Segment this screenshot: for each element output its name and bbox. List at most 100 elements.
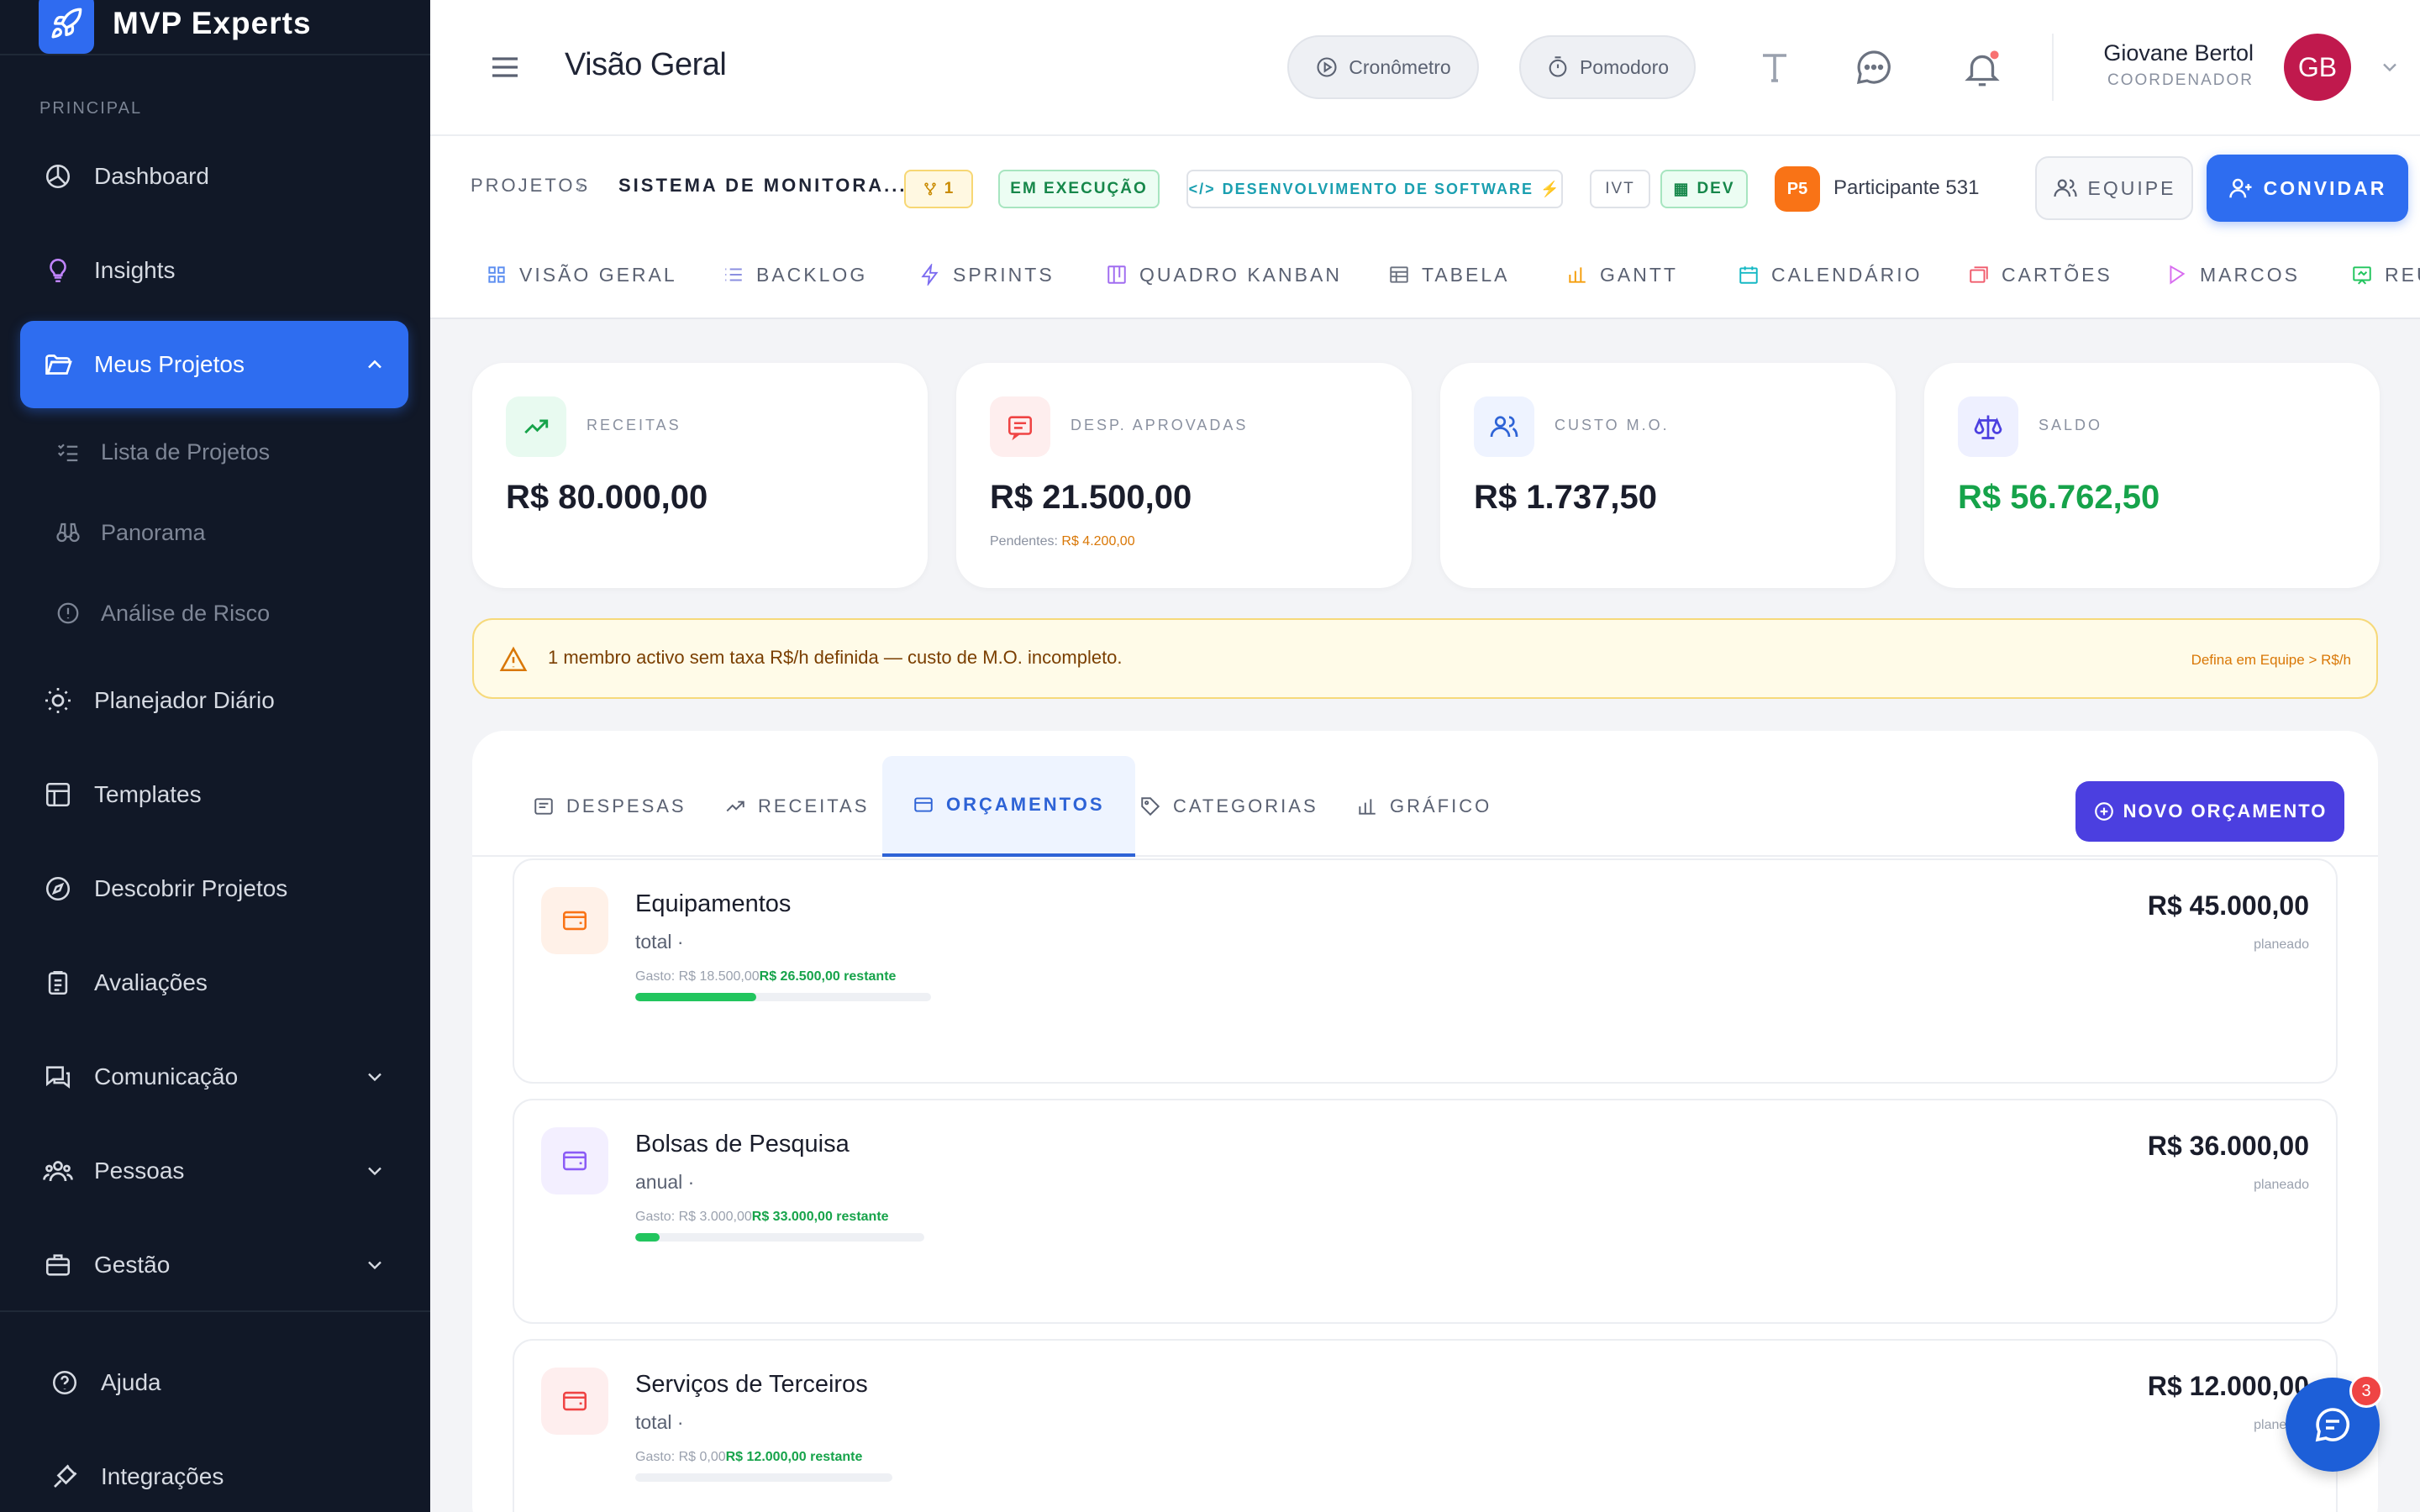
team-button[interactable]: EQUIPE xyxy=(2035,156,2193,220)
sidebar-item-label: Avaliações xyxy=(94,969,208,995)
sidebar-item-label: Integrações xyxy=(101,1463,224,1489)
tab-calendario[interactable]: CALENDÁRIO xyxy=(1738,264,1923,286)
budget-spent: Gasto: R$ 18.500,00 xyxy=(635,969,760,984)
code-icon: </> xyxy=(1188,180,1216,197)
briefcase-icon xyxy=(40,1247,76,1283)
pomodoro-button[interactable]: Pomodoro xyxy=(1519,35,1696,99)
budget-card[interactable]: Bolsas de Pesquisa anual · Gasto: R$ 3.0… xyxy=(513,1099,2338,1324)
sidebar-item-comunicacao[interactable]: Comunicação xyxy=(20,1033,408,1121)
card-label: SALDO xyxy=(2039,417,2103,433)
sidebar-subitem-panorama[interactable]: Panorama xyxy=(54,507,206,558)
sidebar-item-avaliacoes[interactable]: Avaliações xyxy=(20,939,408,1026)
sidebar-item-gestao[interactable]: Gestão xyxy=(20,1221,408,1309)
tab-tabela[interactable]: TABELA xyxy=(1388,264,1510,286)
warning-link[interactable]: Defina em Equipe > R$/h xyxy=(2191,652,2351,669)
tab-label: GANTT xyxy=(1600,263,1678,286)
header-divider xyxy=(2052,34,2054,101)
pomodoro-label: Pomodoro xyxy=(1579,55,1670,78)
pending-value: R$ 4.200,00 xyxy=(1061,534,1135,549)
tab-orcamentos[interactable]: ORÇAMENTOS xyxy=(882,756,1135,857)
tab-despesas[interactable]: DESPESAS xyxy=(533,756,687,857)
budget-progress-bar xyxy=(635,1233,924,1242)
budget-progress-fill xyxy=(635,993,757,1001)
status-badge: EM EXECUÇÃO xyxy=(998,170,1160,208)
tab-reu[interactable]: REU xyxy=(2351,264,2420,286)
list-icon xyxy=(725,268,742,281)
tab-categorias[interactable]: CATEGORIAS xyxy=(1139,756,1318,857)
tab-gantt[interactable]: GANTT xyxy=(1566,264,1678,286)
branch-badge[interactable]: 1 xyxy=(904,170,973,208)
user-plus-icon xyxy=(2228,178,2252,198)
timer-button[interactable]: Cronômetro xyxy=(1287,35,1479,99)
sidebar-item-descobrir-projetos[interactable]: Descobrir Projetos xyxy=(20,845,408,932)
sidebar-item-ajuda[interactable]: Ajuda xyxy=(27,1339,415,1426)
sidebar-item-label: Insights xyxy=(94,257,176,283)
warning-text: 1 membro activo sem taxa R$/h definida —… xyxy=(548,647,1123,668)
sidebar-subitem-lista-de-projetos[interactable]: Lista de Projetos xyxy=(54,427,270,477)
chat-unread-badge: 3 xyxy=(2349,1374,2383,1408)
tab-label: SPRINTS xyxy=(953,263,1055,286)
sidebar-item-label: Ajuda xyxy=(101,1369,161,1395)
summary-card-despesas: DESP. APROVADAS R$ 21.500,00 Pendentes: … xyxy=(956,363,1412,588)
scale-icon xyxy=(1958,396,2018,457)
tab-receitas[interactable]: RECEITAS xyxy=(724,756,869,857)
list-check-icon xyxy=(54,438,82,466)
card-value: R$ 21.500,00 xyxy=(990,479,1192,516)
sidebar-subitem-analise-de-risco[interactable]: Análise de Risco xyxy=(54,588,270,638)
tab-label: CATEGORIAS xyxy=(1173,795,1318,816)
user-info[interactable]: Giovane Bertol COORDENADOR xyxy=(2103,40,2254,90)
people-icon xyxy=(40,1153,76,1189)
tab-sprints[interactable]: SPRINTS xyxy=(919,264,1055,286)
project-tabs: VISÃO GERAL BACKLOG SPRINTS QUADRO KANBA… xyxy=(430,245,2420,304)
page-title: Visão Geral xyxy=(565,47,727,82)
budget-planned-label: planeado xyxy=(2254,937,2309,952)
users-icon xyxy=(1474,396,1534,457)
chevron-down-icon[interactable] xyxy=(2378,55,2402,83)
tab-label: QUADRO KANBAN xyxy=(1139,263,1342,286)
tab-marcos[interactable]: MARCOS xyxy=(2166,264,2300,286)
sidebar-item-templates[interactable]: Templates xyxy=(20,751,408,838)
sidebar-item-label: Comunicação xyxy=(94,1063,239,1089)
tab-visao-geral[interactable]: VISÃO GERAL xyxy=(486,264,677,286)
rocket-icon xyxy=(39,0,94,54)
cards-icon xyxy=(1970,266,1988,283)
tab-grafico[interactable]: GRÁFICO xyxy=(1356,756,1491,857)
new-budget-button[interactable]: NOVO ORÇAMENTO xyxy=(2075,781,2344,842)
tab-cartoes[interactable]: CARTÕES xyxy=(1968,264,2112,286)
sidebar-section-label: PRINCIPAL xyxy=(39,99,143,118)
pending-label: Pendentes: xyxy=(990,534,1058,549)
participant-avatar[interactable]: P5 xyxy=(1775,166,1820,212)
sidebar-item-integracoes[interactable]: Integrações xyxy=(27,1433,415,1512)
sidebar-item-pessoas[interactable]: Pessoas xyxy=(20,1127,408,1215)
app-logo[interactable]: MVP Experts xyxy=(39,0,312,54)
trending-up-icon xyxy=(506,396,566,457)
budget-name: Equipamentos xyxy=(635,890,792,917)
project-header: PROJETOS SISTEMA DE MONITORA... 1 EM EXE… xyxy=(430,136,2420,319)
invite-button[interactable]: CONVIDAR xyxy=(2207,155,2408,222)
tab-backlog[interactable]: BACKLOG xyxy=(723,264,867,286)
sidebar-item-insights[interactable]: Insights xyxy=(20,227,408,314)
chat-icon xyxy=(40,1059,76,1095)
tab-label: GRÁFICO xyxy=(1390,795,1492,816)
tab-label: MARCOS xyxy=(2200,263,2300,286)
bell-icon[interactable] xyxy=(1961,47,2003,95)
chat-fab-button[interactable]: 3 xyxy=(2286,1374,2383,1472)
help-icon xyxy=(47,1365,82,1400)
sidebar-subitem-label: Análise de Risco xyxy=(101,600,271,626)
budget-card[interactable]: Equipamentos total · Gasto: R$ 18.500,00… xyxy=(513,858,2338,1084)
binoculars-icon xyxy=(54,518,82,547)
chevron-up-icon xyxy=(363,353,387,382)
menu-icon[interactable] xyxy=(487,50,523,88)
message-icon[interactable] xyxy=(1854,47,1894,92)
warning-triangle-icon xyxy=(499,645,528,678)
text-size-icon[interactable] xyxy=(1753,47,1797,92)
summary-card-saldo: SALDO R$ 56.762,50 xyxy=(1924,363,2380,588)
budget-card[interactable]: Serviços de Terceiros total · Gasto: R$ … xyxy=(513,1339,2338,1512)
card-value: R$ 80.000,00 xyxy=(506,479,708,516)
avatar[interactable]: GB xyxy=(2284,34,2351,101)
summary-card-receitas: RECEITAS R$ 80.000,00 xyxy=(472,363,928,588)
sidebar-item-dashboard[interactable]: Dashboard xyxy=(20,133,408,220)
sidebar-item-planejador-diario[interactable]: Planejador Diário xyxy=(20,657,408,744)
tab-quadro-kanban[interactable]: QUADRO KANBAN xyxy=(1106,264,1342,286)
sidebar-item-meus-projetos[interactable]: Meus Projetos xyxy=(20,321,408,408)
